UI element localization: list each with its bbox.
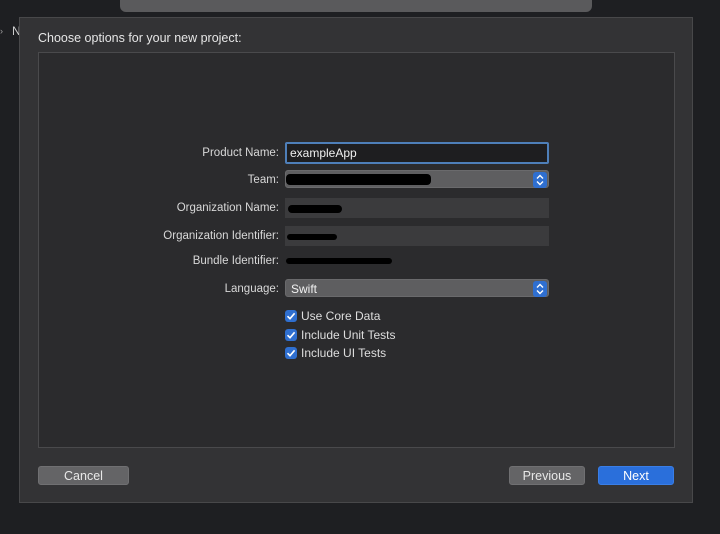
language-row: Language: Swift — [39, 279, 674, 301]
include-unit-tests-label: Include Unit Tests — [301, 328, 396, 342]
organization-identifier-label: Organization Identifier: — [163, 230, 279, 242]
team-row: Team: — [39, 170, 674, 192]
checkbox-checked-icon[interactable] — [285, 310, 297, 322]
checkbox-checked-icon[interactable] — [285, 347, 297, 359]
organization-identifier-row: Organization Identifier: — [39, 226, 674, 248]
options-panel: Product Name: Team: Organization Name: — [38, 52, 675, 448]
product-name-label: Product Name: — [202, 147, 279, 159]
product-name-row: Product Name: — [39, 142, 674, 165]
team-label: Team: — [247, 174, 279, 186]
organization-identifier-input[interactable] — [285, 226, 549, 246]
team-popup[interactable] — [285, 170, 549, 188]
product-name-input[interactable] — [285, 142, 549, 164]
redacted-organization-name — [288, 205, 342, 213]
next-button[interactable]: Next — [598, 466, 674, 485]
language-label: Language: — [224, 283, 279, 295]
include-ui-tests-label: Include UI Tests — [301, 346, 387, 360]
popup-stepper-icon — [533, 281, 547, 297]
sheet-title: Choose options for your new project: — [38, 31, 242, 45]
chevron-right-icon: › — [0, 26, 3, 36]
redacted-organization-identifier — [287, 234, 337, 240]
popup-stepper-icon — [533, 172, 547, 188]
organization-name-input[interactable] — [285, 198, 549, 218]
bundle-identifier-label: Bundle Identifier: — [192, 255, 279, 267]
organization-name-row: Organization Name: — [39, 198, 674, 220]
bundle-identifier-value — [285, 251, 549, 271]
previous-button[interactable]: Previous — [509, 466, 585, 485]
language-popup[interactable]: Swift — [285, 279, 549, 297]
checkbox-checked-icon[interactable] — [285, 329, 297, 341]
organization-name-label: Organization Name: — [176, 202, 279, 214]
redacted-team-value — [286, 174, 431, 185]
use-core-data-label: Use Core Data — [301, 309, 381, 323]
new-project-options-sheet: Choose options for your new project: Pro… — [19, 17, 693, 503]
language-value: Swift — [291, 282, 318, 296]
redacted-bundle-identifier — [286, 258, 392, 264]
window-titlebar-strip — [120, 0, 592, 12]
bundle-identifier-row: Bundle Identifier: — [39, 251, 674, 273]
cancel-button[interactable]: Cancel — [38, 466, 129, 485]
